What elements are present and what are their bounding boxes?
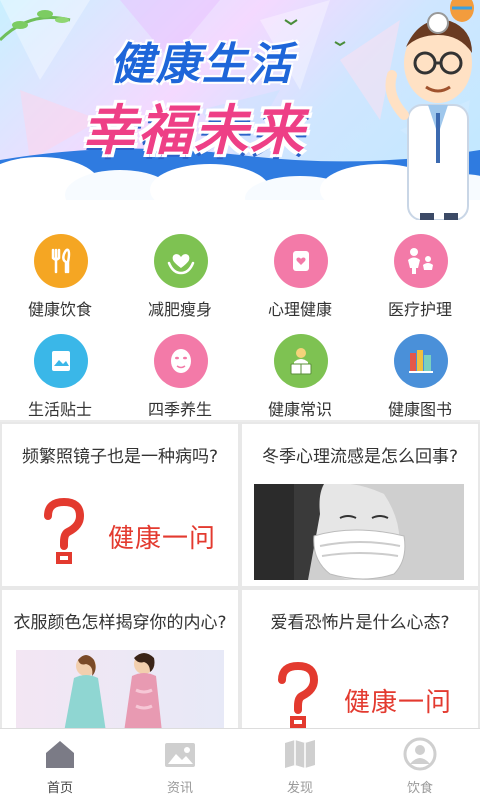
heart-card-icon [274,234,328,288]
category-grid: 健康饮食 减肥瘦身 心理健康 医疗护理 生活贴士 四季养生 健康常识 健康图书 [0,220,480,420]
article-thumbnail-image [254,484,464,580]
category-medical-care[interactable]: 医疗护理 [360,220,480,320]
tab-label: 饮食 [406,781,433,796]
user-icon [403,737,437,771]
category-label: 减肥瘦身 [147,300,212,319]
category-label: 心理健康 [267,300,332,319]
article-card[interactable]: 冬季心理流感是怎么回事? [242,424,478,586]
tab-label: 资讯 [166,781,193,796]
category-life-tips[interactable]: 生活贴士 [0,320,120,420]
reader-icon [274,334,328,388]
banner-title-line2-part2: 未来 [194,99,306,162]
map-icon [285,740,315,768]
category-mental-health[interactable]: 心理健康 [240,220,360,320]
article-title: 衣服颜色怎样揭穿你的内心? [13,613,227,633]
bottom-tab-bar: 首页 资讯 发现 饮食 [0,728,480,800]
question-mark-icon [278,662,319,728]
article-title: 爱看恐怖片是什么心态? [270,613,450,633]
tab-home[interactable]: 首页 [0,729,120,800]
article-card[interactable]: 频繁照镜子也是一种病吗? 健康一问 [2,424,238,586]
category-label: 健康图书 [387,400,452,419]
category-healthy-diet[interactable]: 健康饮食 [0,220,120,320]
home-icon [46,741,74,768]
heart-hands-icon [154,234,208,288]
banner-title-line1: 健康生活 [110,39,294,90]
promo-banner[interactable]: 健康生活 幸福未来 [0,0,480,220]
article-title: 冬季心理流感是怎么回事? [261,447,459,467]
article-tag: 健康一问 [108,524,217,554]
tab-diet[interactable]: 饮食 [360,729,480,800]
category-label: 健康饮食 [27,300,92,319]
category-weight-loss[interactable]: 减肥瘦身 [120,220,240,320]
category-seasonal-health[interactable]: 四季养生 [120,320,240,420]
image-icon [165,743,195,767]
app-screen: 健康生活 幸福未来 健康饮食 减肥瘦身 心理健康 医疗护理 生活贴士 四季养生 … [0,0,480,800]
article-card[interactable]: 爱看恐怖片是什么心态? 健康一问 [242,590,478,732]
banner-title-line2-part1: 幸福 [82,99,194,162]
article-card[interactable]: 衣服颜色怎样揭穿你的内心? [2,590,238,732]
face-mask-icon [154,334,208,388]
photo-card-icon [34,334,88,388]
banner-title-line2: 幸福未来 [82,86,306,165]
category-label: 健康常识 [267,400,332,419]
category-label: 医疗护理 [387,300,452,319]
tab-news[interactable]: 资讯 [120,729,240,800]
tab-discover[interactable]: 发现 [240,729,360,800]
article-thumbnail-image [16,650,224,732]
fork-spoon-icon [34,234,88,288]
tab-label: 发现 [286,781,313,796]
category-label: 四季养生 [147,400,212,419]
category-health-knowledge[interactable]: 健康常识 [240,320,360,420]
article-tag: 健康一问 [344,688,453,718]
category-label: 生活贴士 [27,400,92,419]
article-grid: 频繁照镜子也是一种病吗? 健康一问 冬季心理流感是怎么回事? 衣服颜色怎样揭穿你… [0,422,480,732]
question-mark-icon [44,498,85,564]
tab-label: 首页 [46,781,73,796]
books-icon [394,334,448,388]
family-icon [394,234,448,288]
article-title: 频繁照镜子也是一种病吗? [21,447,219,467]
category-health-books[interactable]: 健康图书 [360,320,480,420]
